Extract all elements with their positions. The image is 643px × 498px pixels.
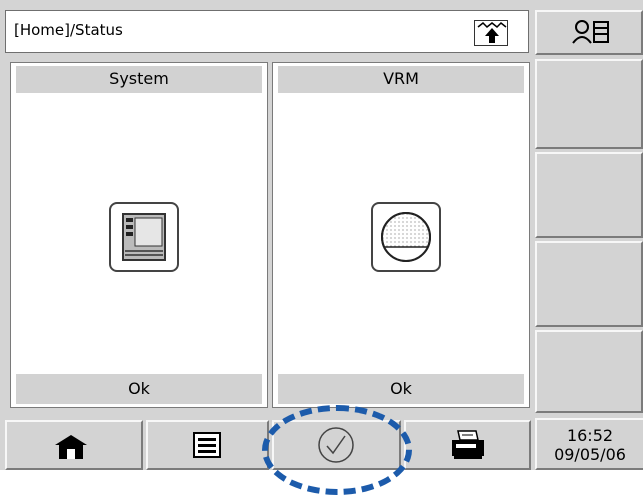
clock-display: 16:52 09/05/06 [535,418,643,470]
system-cabinet-icon[interactable] [109,202,179,272]
vrm-panel[interactable]: VRM Ok [272,62,530,408]
home-button[interactable] [5,420,143,470]
title-bar: [Home]/Status [5,10,529,53]
side-button-1[interactable] [535,59,643,149]
user-list-button[interactable] [535,10,643,55]
acknowledge-button[interactable] [272,420,401,470]
list-button[interactable] [146,420,269,470]
status-screen: [Home]/Status System Ok VRM Ok 16:52 09/… [0,0,643,470]
clock-time: 16:52 [566,426,614,445]
user-list-icon [572,20,609,44]
clock-date: 09/05/06 [554,445,626,464]
panel-status: Ok [16,374,262,404]
side-button-4[interactable] [535,330,643,413]
side-button-2[interactable] [535,152,643,238]
printer-icon [452,430,484,459]
print-button[interactable] [404,420,531,470]
page-title: [Home]/Status [14,21,123,39]
home-icon [55,435,87,459]
side-button-3[interactable] [535,241,643,327]
acknowledge-check-icon [318,427,354,463]
panel-title: System [16,66,262,93]
system-panel[interactable]: System Ok [10,62,268,408]
panel-status: Ok [278,374,524,404]
vrm-sphere-icon[interactable] [371,202,441,272]
panel-title: VRM [278,66,524,93]
upload-arrow-icon[interactable] [474,20,508,46]
list-icon [193,432,221,458]
